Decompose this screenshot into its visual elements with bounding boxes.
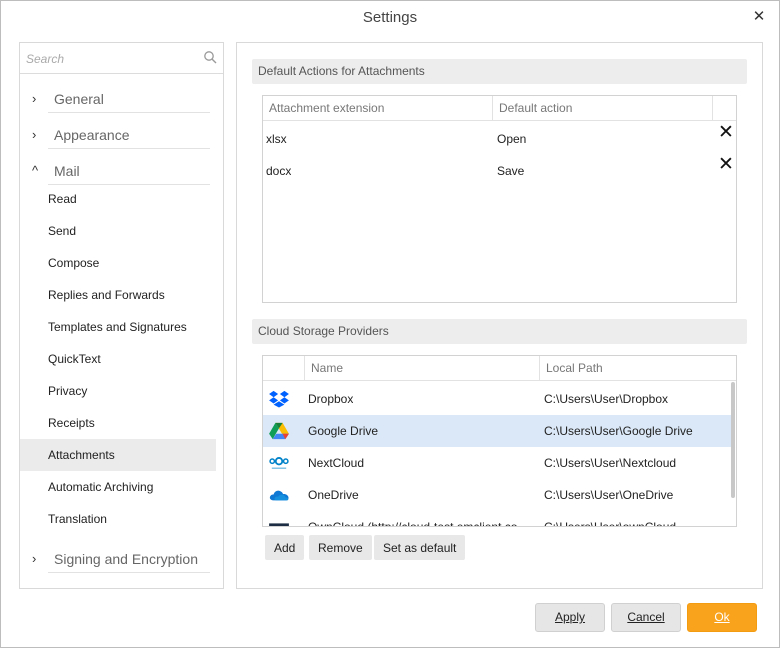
table-row[interactable]: NextCloud C:\Users\User\Nextcloud [263,447,731,479]
column-header-extension[interactable]: Attachment extension [263,96,493,121]
section-label: Mail [54,163,80,179]
column-header-blank [713,96,736,121]
table-row[interactable]: xlsx Open ✕ [263,123,736,155]
table-row[interactable]: Dropbox C:\Users\User\Dropbox [263,383,731,415]
attachments-group-header: Default Actions for Attachments [252,59,747,84]
sidebar-item-receipts[interactable]: Receipts [20,407,216,439]
provider-path: C:\Users\User\Nextcloud [544,456,677,470]
settings-sidebar: › General › Appearance ^ Mail Read Send … [19,42,224,589]
extension-cell: docx [266,164,292,178]
attachment-actions-table: Attachment extension Default action xlsx… [262,95,737,303]
provider-path: C:\Users\User\ownCloud [544,520,677,527]
onedrive-icon [269,490,289,501]
owncloud-icon [269,523,289,526]
nextcloud-icon [269,457,289,469]
column-header-action[interactable]: Default action [493,96,713,121]
chevron-right-icon: › [32,551,37,566]
section-label: Appearance [54,127,130,143]
table-row[interactable]: docx Save ✕ [263,155,736,187]
delete-icon[interactable]: ✕ [716,155,736,175]
search-icon[interactable] [203,50,217,64]
sidebar-item-quicktext[interactable]: QuickText [20,343,216,375]
sidebar-section-appearance[interactable]: › Appearance [20,121,223,149]
provider-name: OwnCloud (http://cloud-test.emclient.co [308,520,518,527]
chevron-right-icon: › [32,91,37,106]
action-cell[interactable]: Open [497,123,526,155]
sidebar-item-privacy[interactable]: Privacy [20,375,216,407]
provider-path: C:\Users\User\OneDrive [544,488,674,502]
title-bar: Settings ✕ [1,1,779,35]
provider-path: C:\Users\User\Google Drive [544,424,693,438]
extension-cell: xlsx [266,132,287,146]
ok-button[interactable]: Ok [687,603,757,632]
cloud-group-header: Cloud Storage Providers [252,319,747,344]
column-header-local-path[interactable]: Local Path [540,356,736,381]
column-header-name[interactable]: Name [305,356,540,381]
remove-provider-button[interactable]: Remove [309,535,372,560]
chevron-right-icon: › [32,127,37,142]
provider-name: Google Drive [308,424,379,438]
action-cell[interactable]: Save [497,155,524,187]
cancel-button[interactable]: Cancel [611,603,681,632]
search-box [20,43,223,74]
search-input[interactable] [26,49,196,69]
column-header-icon [263,356,305,381]
sidebar-item-read[interactable]: Read [20,183,216,215]
provider-name: OneDrive [308,488,359,502]
divider [48,148,210,149]
cloud-providers-table: Name Local Path Dropbox C:\Users\User\Dr… [262,355,737,527]
table-row[interactable]: OneDrive C:\Users\User\OneDrive [263,479,731,511]
sidebar-section-signing-encryption[interactable]: › Signing and Encryption [20,545,223,573]
table-row[interactable]: Google Drive C:\Users\User\Google Drive [263,415,731,447]
sidebar-item-compose[interactable]: Compose [20,247,216,279]
sidebar-item-replies-forwards[interactable]: Replies and Forwards [20,279,216,311]
dropbox-icon [269,390,289,408]
provider-name: Dropbox [308,392,354,406]
sidebar-item-templates-signatures[interactable]: Templates and Signatures [20,311,216,343]
apply-button[interactable]: Apply [535,603,605,632]
table-row[interactable]: OwnCloud (http://cloud-test.emclient.co … [263,511,731,527]
section-label: Signing and Encryption [54,551,198,567]
sidebar-item-send[interactable]: Send [20,215,216,247]
sidebar-item-translation[interactable]: Translation [20,503,216,535]
divider [48,112,210,113]
vertical-scrollbar[interactable] [731,382,735,498]
delete-icon[interactable]: ✕ [716,123,736,143]
sidebar-item-automatic-archiving[interactable]: Automatic Archiving [20,471,216,503]
settings-window: Settings ✕ › General › Appearance ^ Mail… [0,0,780,648]
add-provider-button[interactable]: Add [265,535,305,560]
provider-name: NextCloud [308,456,365,470]
window-title: Settings [362,9,418,26]
sidebar-section-mail[interactable]: ^ Mail [20,157,223,185]
attachments-settings-panel: Default Actions for Attachments Attachme… [236,42,763,589]
section-label: General [54,91,104,107]
provider-path: C:\Users\User\Dropbox [544,392,669,406]
divider [48,572,210,573]
sidebar-section-general[interactable]: › General [20,85,223,113]
close-icon[interactable]: ✕ [749,7,769,27]
sidebar-item-attachments[interactable]: Attachments [20,439,216,471]
set-default-button[interactable]: Set as default [374,535,466,560]
chevron-up-icon: ^ [32,163,39,178]
google-drive-icon [269,422,289,440]
